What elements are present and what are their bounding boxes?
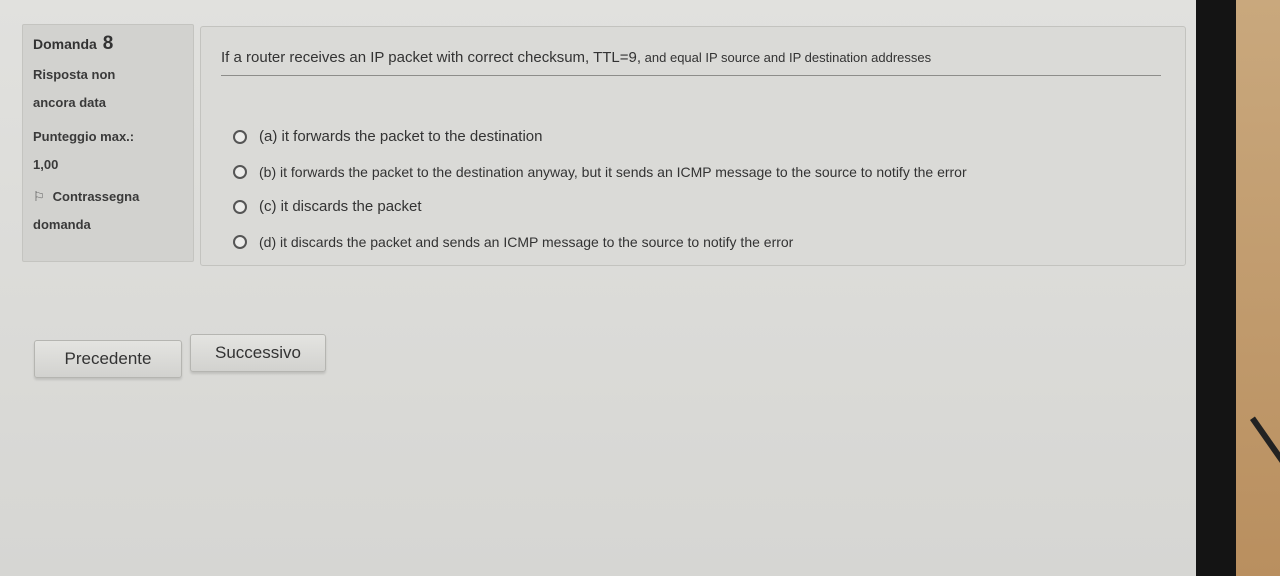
flag-label-line1: Contrassegna [52,189,140,204]
option-label: (a) it forwards the packet to the destin… [259,128,543,145]
option-b[interactable]: (b) it forwards the packet to the destin… [233,154,967,189]
max-points-value: 1,00 [33,157,59,172]
option-c[interactable]: (c) it discards the packet [233,189,967,224]
quiz-screen: Domanda 8 Risposta non ancora data Punte… [0,0,1196,576]
previous-button[interactable]: Precedente [34,340,182,378]
question-text-tail: and equal IP source and IP destination a… [641,50,932,65]
question-text: If a router receives an IP packet with c… [221,49,1161,76]
monitor-bezel [1196,0,1236,576]
option-a[interactable]: (a) it forwards the packet to the destin… [233,119,967,154]
answer-status-line2: ancora data [33,95,106,110]
question-label: Domanda [33,36,97,52]
option-label: (c) it discards the packet [259,198,422,215]
option-label: (d) it discards the packet and sends an … [259,233,794,250]
flag-icon: ⚐ [33,189,45,204]
radio-button[interactable] [233,234,247,249]
flag-label-line2[interactable]: domanda [33,211,183,239]
background-wall [1236,0,1280,576]
answer-status-line1: Risposta non [33,67,116,82]
question-content: If a router receives an IP packet with c… [200,26,1186,266]
option-label: (b) it forwards the packet to the destin… [259,163,967,180]
question-info-panel: Domanda 8 Risposta non ancora data Punte… [22,24,194,262]
flag-question-link[interactable]: ⚐ Contrassegna [33,183,183,211]
radio-button[interactable] [233,129,247,144]
question-number-heading: Domanda 8 [33,33,183,55]
answer-options: (a) it forwards the packet to the destin… [233,119,967,259]
radio-button[interactable] [233,199,247,214]
question-text-main: If a router receives an IP packet with c… [221,49,642,66]
next-button[interactable]: Successivo [190,334,326,372]
question-number: 8 [102,33,114,54]
option-d[interactable]: (d) it discards the packet and sends an … [233,224,967,259]
max-points-label: Punteggio max.: [33,129,135,144]
radio-button[interactable] [233,164,247,179]
